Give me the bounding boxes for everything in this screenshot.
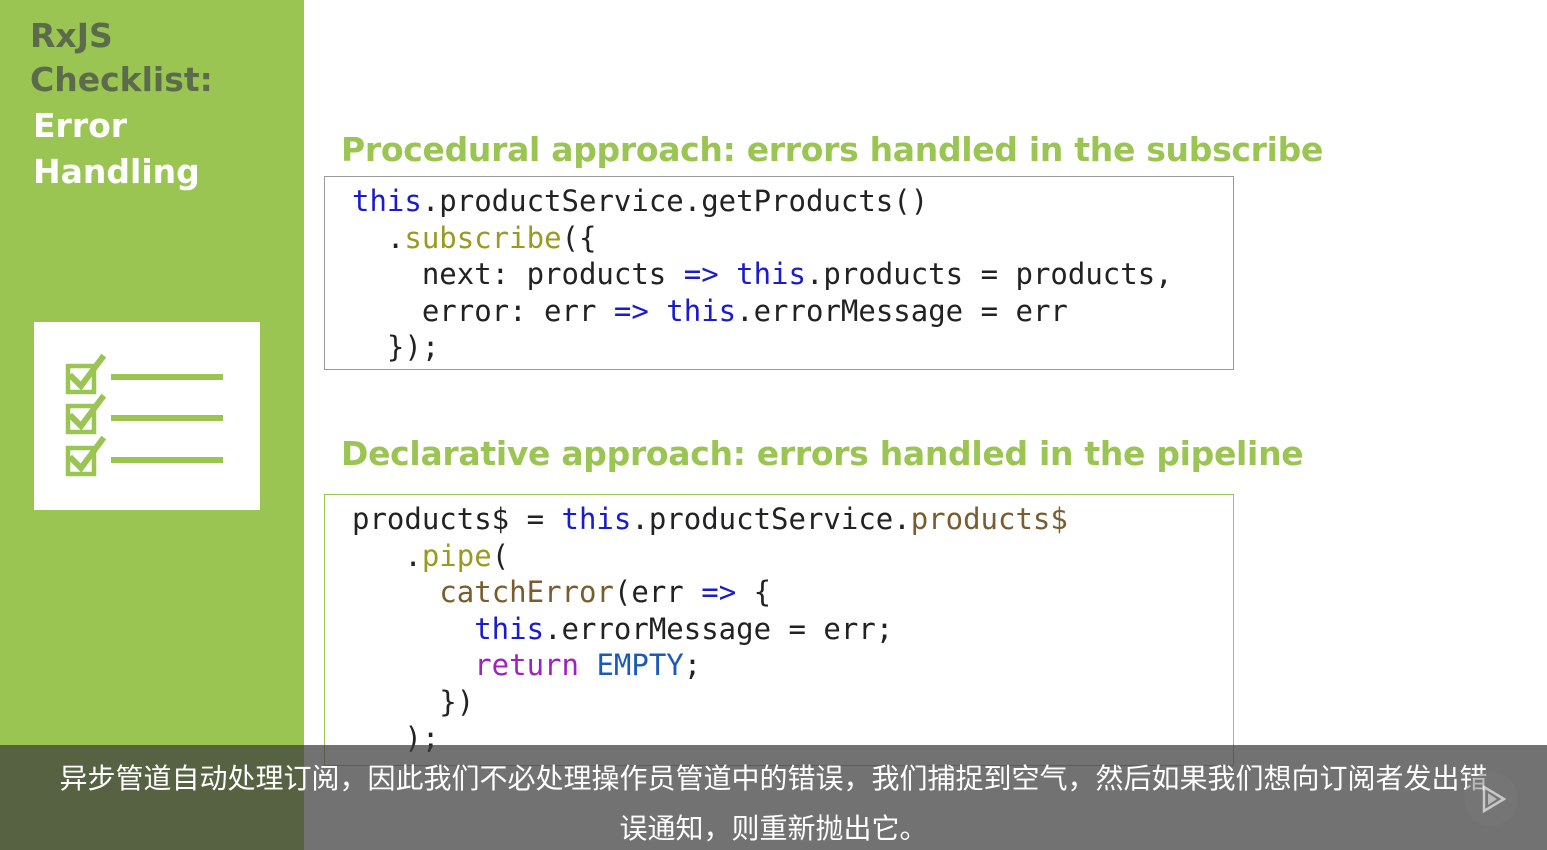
sidebar-title: RxJS Checklist: Error Handling [30, 14, 213, 194]
procedural-heading: Procedural approach: errors handled in t… [341, 130, 1324, 169]
checklist-card [34, 322, 260, 510]
sidebar-title-line4: Handling [33, 152, 200, 191]
play-icon [1482, 784, 1507, 814]
slide-content: Procedural approach: errors handled in t… [304, 0, 1547, 850]
sidebar-title-line3: Error [33, 106, 128, 145]
declarative-code: products$ = this.productService.products… [352, 502, 1068, 755]
declarative-code-block: products$ = this.productService.products… [324, 494, 1234, 766]
subtitle-bar: 异步管道自动处理订阅，因此我们不必处理操作员管道中的错误，我们捕捉到空气，然后如… [0, 745, 1547, 850]
declarative-heading: Declarative approach: errors handled in … [341, 434, 1304, 473]
procedural-code: this.productService.getProducts() .subsc… [352, 184, 1173, 364]
play-button[interactable] [1464, 772, 1518, 826]
procedural-code-block: this.productService.getProducts() .subsc… [324, 176, 1234, 370]
checklist-icon [65, 353, 223, 477]
subtitle-line2: 误通知，则重新抛出它。 [619, 812, 928, 845]
sidebar-title-line1: RxJS [30, 16, 113, 55]
sidebar-title-line2: Checklist: [30, 60, 213, 99]
subtitle-line1: 异步管道自动处理订阅，因此我们不必处理操作员管道中的错误，我们捕捉到空气，然后如… [59, 762, 1488, 795]
sidebar: RxJS Checklist: Error Handling [0, 0, 304, 850]
